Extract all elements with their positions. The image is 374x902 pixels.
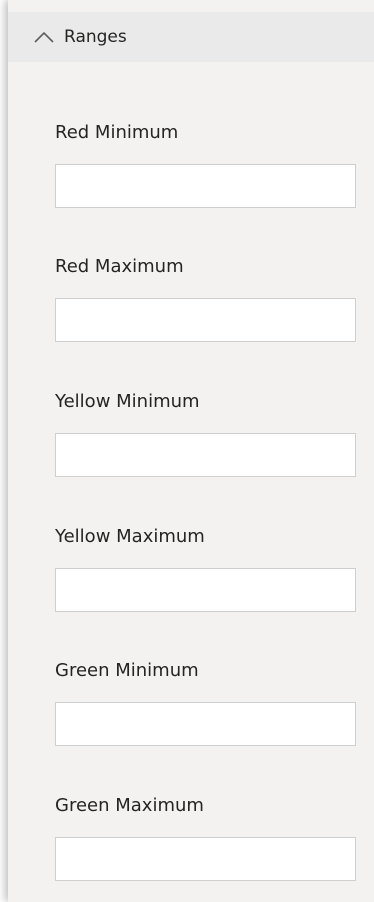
field-label: Red Maximum	[55, 256, 184, 277]
green-maximum-input[interactable]	[55, 837, 356, 881]
field-label: Red Minimum	[55, 122, 179, 143]
chevron-up-icon[interactable]	[30, 28, 58, 46]
field-label: Yellow Minimum	[55, 391, 200, 412]
field-label: Green Minimum	[55, 660, 199, 681]
field-green-minimum: Green Minimum	[8, 600, 374, 746]
field-label: Yellow Maximum	[55, 526, 205, 547]
field-yellow-minimum: Yellow Minimum	[8, 331, 374, 477]
section-title: Ranges	[64, 27, 127, 47]
field-green-maximum: Green Maximum	[8, 735, 374, 881]
format-pane: Ranges Red Minimum Red Maximum Yellow Mi…	[8, 0, 374, 902]
ranges-section-header[interactable]: Ranges	[8, 12, 374, 62]
field-yellow-maximum: Yellow Maximum	[8, 466, 374, 612]
field-label: Green Maximum	[55, 795, 204, 816]
field-red-maximum: Red Maximum	[8, 196, 374, 342]
field-red-minimum: Red Minimum	[8, 62, 374, 208]
